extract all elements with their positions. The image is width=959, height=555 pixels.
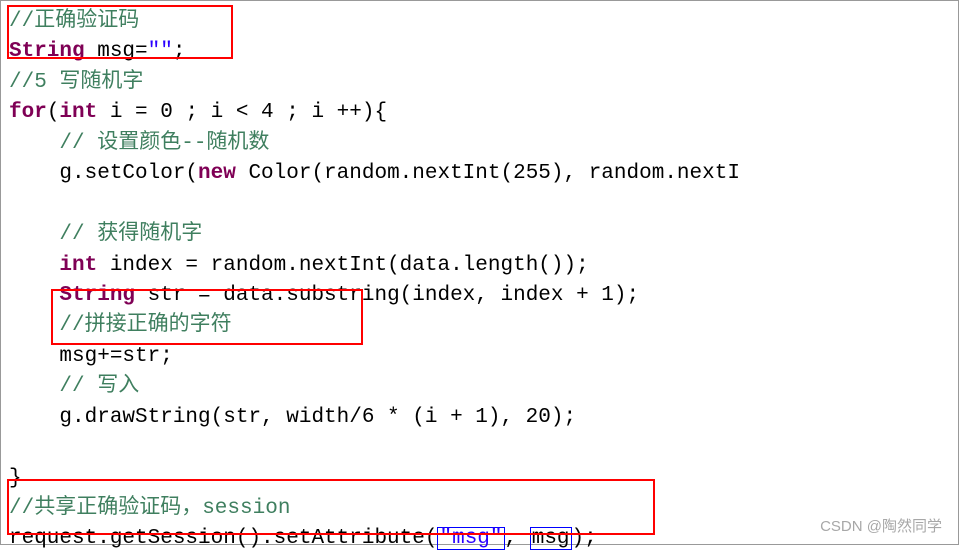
code-line-8: // 获得随机字 <box>9 220 950 250</box>
keyword-int: int <box>59 101 97 124</box>
code-text: g.drawString(str, width/6 * (i + 1), 20)… <box>9 406 576 429</box>
code-line-3: //5 写随机字 <box>9 68 950 98</box>
code-text: Color(random.nextInt(255), random.nextI <box>236 162 740 185</box>
code-line-10: String str = data.substring(index, index… <box>9 281 950 311</box>
comment: //拼接正确的字符 <box>9 314 232 337</box>
type-keyword: String <box>9 284 135 307</box>
comment: // 写入 <box>9 375 139 398</box>
code-text: ( <box>47 101 60 124</box>
code-line-5: // 设置颜色--随机数 <box>9 129 950 159</box>
code-text: ; <box>173 40 186 63</box>
code-text: request.getSession().setAttribute( <box>9 527 437 550</box>
code-line-11: //拼接正确的字符 <box>9 311 950 341</box>
code-line-2: String msg=""; <box>9 37 950 67</box>
search-highlight: "msg" <box>437 527 504 550</box>
keyword-new: new <box>198 162 236 185</box>
code-line-17: //共享正确验证码，session <box>9 494 950 524</box>
code-line-12: msg+=str; <box>9 342 950 372</box>
code-line-4: for(int i = 0 ; i < 4 ; i ++){ <box>9 98 950 128</box>
comment: //正确验证码 <box>9 10 139 33</box>
code-text: ); <box>572 527 597 550</box>
code-text: str = data.substring(index, index + 1); <box>135 284 639 307</box>
keyword-for: for <box>9 101 47 124</box>
comment: //共享正确验证码，session <box>9 497 290 520</box>
code-text: i = 0 ; i < 4 ; i ++){ <box>97 101 387 124</box>
code-line-6: g.setColor(new Color(random.nextInt(255)… <box>9 159 950 189</box>
code-text: } <box>9 467 22 490</box>
code-line-13: // 写入 <box>9 372 950 402</box>
type-keyword: String <box>9 40 85 63</box>
variable: msg <box>532 527 570 550</box>
code-text: , <box>505 527 530 550</box>
search-highlight: msg <box>530 527 572 550</box>
comment: // 获得随机字 <box>9 223 202 246</box>
code-line-18: request.getSession().setAttribute("msg",… <box>9 524 950 554</box>
comment: //5 写随机字 <box>9 71 143 94</box>
code-editor[interactable]: //正确验证码 String msg=""; //5 写随机字 for(int … <box>9 7 950 555</box>
code-line-15 <box>9 433 950 463</box>
string-literal: "" <box>148 40 173 63</box>
keyword-int: int <box>9 254 97 277</box>
comment: // 设置颜色--随机数 <box>9 132 269 155</box>
code-line-16: } <box>9 464 950 494</box>
code-text: index = random.nextInt(data.length()); <box>97 254 588 277</box>
code-line-9: int index = random.nextInt(data.length()… <box>9 251 950 281</box>
code-text: g.setColor( <box>9 162 198 185</box>
string-literal: "msg" <box>439 527 502 550</box>
code-text: msg= <box>85 40 148 63</box>
code-line-14: g.drawString(str, width/6 * (i + 1), 20)… <box>9 403 950 433</box>
code-text: msg+=str; <box>9 345 173 368</box>
code-line-1: //正确验证码 <box>9 7 950 37</box>
code-line-7 <box>9 190 950 220</box>
